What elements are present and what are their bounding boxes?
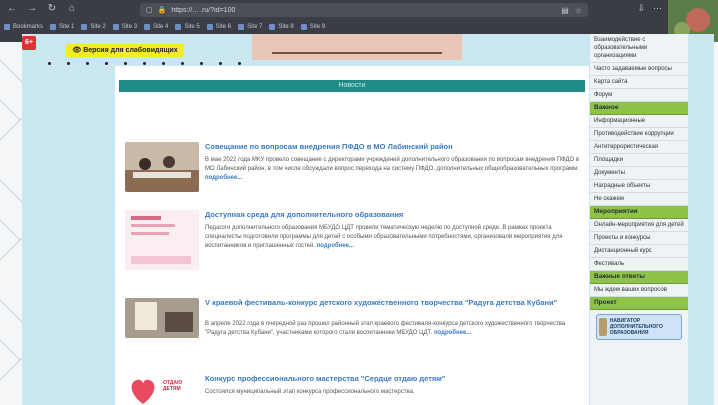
header-banner [252, 34, 462, 60]
bookmark-item[interactable]: Site 4 [144, 24, 168, 30]
bookmark-item[interactable]: Site 9 [300, 24, 325, 30]
sidebar-link[interactable]: Наградные объекты [590, 180, 688, 193]
sidebar-section-header: Мероприятия [590, 206, 688, 219]
menu-dot[interactable] [219, 62, 222, 65]
bookmark-item[interactable]: Site 1 [50, 24, 74, 30]
news-thumbnail[interactable] [125, 142, 199, 192]
main-content: Новости Совещание по вопросам внедрения … [115, 66, 589, 405]
news-item: ОТДАЮ ДЕТЯМ Конкурс профессионального ма… [119, 368, 585, 405]
bookmark-item[interactable]: Site 2 [81, 24, 106, 30]
bookmark-favicon-icon [144, 24, 151, 30]
bookmark-item[interactable]: Site 8 [269, 24, 294, 30]
low-vision-version-button[interactable]: 👁 Версия для слабовидящих [66, 44, 184, 57]
read-more-link[interactable]: подробнее... [205, 175, 242, 181]
sidebar-link[interactable]: Мы ждем ваших вопросов [590, 284, 688, 297]
forward-icon[interactable]: → [26, 3, 38, 15]
menu-dot[interactable] [143, 62, 146, 65]
sidebar-link[interactable]: Фестиваль [590, 258, 688, 271]
bookmark-favicon-icon [175, 24, 182, 30]
news-item: Доступная среда для дополнительного обра… [119, 204, 585, 288]
bookmark-item[interactable]: Site 6 [206, 24, 231, 30]
sidebar-section-header: Важные ответы [590, 271, 688, 284]
section-title: Новости [119, 80, 585, 92]
menu-dot[interactable] [124, 62, 127, 65]
sidebar-link[interactable]: Площадки [590, 154, 688, 167]
extensions-icon[interactable]: ⋯ [653, 3, 662, 14]
sidebar-link[interactable]: Не скажем [590, 193, 688, 206]
url-text: https://... .ru/?id=100 [171, 6, 236, 14]
menu-dot[interactable] [162, 62, 165, 65]
navigator-banner[interactable]: НАВИГАТОР ДОПОЛНИТЕЛЬНОГО ОБРАЗОВАНИЯ [596, 314, 682, 340]
bookmark-favicon-icon [300, 24, 307, 30]
read-more-link[interactable]: подробнее... [434, 330, 471, 336]
sidebar-link[interactable]: Информационные [590, 115, 688, 128]
news-text: Состоялся муниципальный этап конкурса пр… [205, 389, 415, 395]
bookmark-favicon-icon [112, 24, 119, 30]
news-title[interactable]: V краевой фестиваль-конкурс детского худ… [205, 298, 575, 307]
sidebar-link[interactable]: Дистанционный курс [590, 245, 688, 258]
sidebar-link[interactable]: Противодействие коррупции [590, 128, 688, 141]
sidebar-section-header: Важное [590, 102, 688, 115]
news-thumbnail[interactable] [125, 298, 199, 338]
menu-dot[interactable] [200, 62, 203, 65]
news-title[interactable]: Конкурс профессионального мастерства "Се… [205, 374, 575, 383]
menu-dot[interactable] [67, 62, 70, 65]
menu-dot[interactable] [105, 62, 108, 65]
bookmark-favicon-icon [206, 24, 213, 30]
read-more-link[interactable]: подробнее... [317, 243, 354, 249]
menu-dot[interactable] [238, 62, 241, 65]
bookmark-favicon-icon [50, 24, 57, 30]
thumbnail-caption: ОТДАЮ ДЕТЯМ [163, 380, 183, 392]
news-item: V краевой фестиваль-конкурс детского худ… [119, 292, 585, 362]
bookmarks-bar: Bookmarks Site 1 Site 2 Site 3 Site 4 Si… [0, 20, 718, 34]
bookmark-star-icon[interactable]: ☆ [575, 6, 582, 15]
sidebar-link[interactable]: Антитеррористическая [590, 141, 688, 154]
right-sidebar: Взаимодействие с образовательными органи… [590, 34, 688, 405]
address-bar[interactable]: ▢ 🔒 https://... .ru/?id=100 ▤ ☆ [140, 3, 588, 17]
reload-icon[interactable]: ↻ [46, 3, 58, 15]
navigator-logo-icon [599, 318, 607, 336]
sidebar-link[interactable]: Взаимодействие с образовательными органи… [590, 34, 688, 63]
bookmark-favicon-icon [238, 24, 245, 30]
news-thumbnail[interactable] [125, 210, 199, 270]
shield-icon: ▢ [146, 7, 153, 14]
news-title[interactable]: Совещание по вопросам внедрения ПФДО в М… [205, 142, 575, 151]
downloads-icon[interactable]: ⇩ [637, 3, 645, 14]
lock-icon: 🔒 [157, 7, 167, 14]
bookmark-favicon-icon [269, 24, 276, 30]
news-text: В мае 2022 года МКУ провело совещание с … [205, 157, 580, 181]
sidebar-link[interactable]: Онлайн-мероприятия для детей [590, 219, 688, 232]
bookmark-item[interactable]: Site 5 [175, 24, 200, 30]
bookmark-favicon-icon [81, 24, 88, 30]
news-thumbnail[interactable]: ОТДАЮ ДЕТЯМ [125, 374, 199, 405]
sidebar-link[interactable]: Карта сайта [590, 76, 688, 89]
news-text: Педагоги дополнительного образования МБУ… [205, 225, 563, 249]
bookmark-item[interactable]: Bookmarks [4, 24, 43, 30]
back-icon[interactable]: ← [6, 3, 18, 15]
bookmark-item[interactable]: Site 3 [112, 24, 137, 30]
bookmark-favicon-icon [4, 24, 10, 30]
sidebar-link[interactable]: Проекты и конкурсы [590, 232, 688, 245]
news-text: В апреле 2022 года в очередной раз проше… [205, 321, 566, 336]
bookmark-item[interactable]: Site 7 [238, 24, 262, 30]
sidebar-section-header: Проект [590, 297, 688, 310]
reader-icon[interactable]: ▤ [561, 6, 569, 15]
sidebar-link[interactable]: Документы [590, 167, 688, 180]
eye-icon: 👁 [72, 47, 84, 54]
top-menu-dots [48, 62, 241, 65]
menu-dot[interactable] [86, 62, 89, 65]
navigator-banner-text: НАВИГАТОР ДОПОЛНИТЕЛЬНОГО ОБРАЗОВАНИЯ [609, 318, 663, 336]
news-title[interactable]: Доступная среда для дополнительного обра… [205, 210, 575, 219]
age-rating-badge: 6+ [22, 36, 36, 50]
home-icon[interactable]: ⌂ [66, 3, 78, 15]
sidebar-link[interactable]: Часто задаваемые вопросы [590, 63, 688, 76]
sidebar-link[interactable]: Форум [590, 89, 688, 102]
news-item: Совещание по вопросам внедрения ПФДО в М… [119, 136, 585, 198]
menu-dot[interactable] [181, 62, 184, 65]
menu-dot[interactable] [48, 62, 51, 65]
